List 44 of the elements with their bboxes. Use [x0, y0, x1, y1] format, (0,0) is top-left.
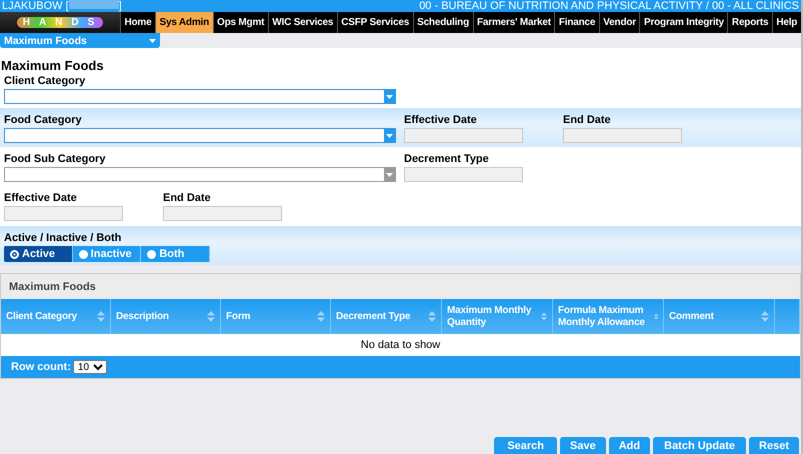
- caret-icon: [386, 94, 393, 98]
- page-menu-dropdown[interactable]: Maximum Foods: [0, 33, 160, 48]
- caret-icon: [149, 38, 156, 42]
- date-input-field[interactable]: [404, 167, 523, 182]
- dropdown-field[interactable]: [4, 128, 396, 143]
- bracket: ]: [118, 0, 122, 12]
- date-input-field[interactable]: [163, 206, 282, 221]
- dropdown-field[interactable]: [4, 89, 396, 104]
- date-input-field[interactable]: [404, 128, 523, 143]
- sort-icon: [654, 311, 658, 322]
- field-label: Client Category: [4, 75, 86, 87]
- agency-text: 00 - BUREAU OF NUTRITION AND PHYSICAL ACTIVITY / 00 - ALL CLINICS: [419, 0, 799, 12]
- caret-icon: [386, 172, 393, 176]
- field-label: Effective Date: [4, 192, 78, 204]
- sort-icon: [428, 311, 436, 322]
- action-button[interactable]: Search: [494, 437, 558, 454]
- status-radio[interactable]: Active: [4, 246, 73, 262]
- grid-title: Maximum Foods: [1, 274, 800, 299]
- field-label: Food Sub Category: [4, 153, 106, 165]
- sort-icon: [317, 311, 325, 322]
- redacted-block: [68, 0, 119, 9]
- action-button[interactable]: Save: [560, 437, 606, 454]
- page-title: Maximum Foods: [0, 57, 105, 73]
- field-label: End Date: [563, 114, 612, 126]
- row-count-label: Row count:: [11, 361, 71, 373]
- sort-icon: [761, 311, 769, 322]
- field-label: End Date: [163, 192, 212, 204]
- empty-message: No data to show: [1, 334, 800, 356]
- action-button[interactable]: Add: [608, 437, 650, 454]
- date-input-field[interactable]: [4, 206, 123, 221]
- sort-icon: [97, 311, 105, 322]
- action-button[interactable]: Reset: [749, 437, 799, 454]
- field-label: Decrement Type: [404, 153, 490, 165]
- row-count-select[interactable]: 10: [72, 360, 107, 374]
- action-button[interactable]: Batch Update: [653, 437, 746, 454]
- field-label: Effective Date: [404, 114, 478, 126]
- field-label: Food Category: [4, 114, 83, 126]
- sort-icon: [541, 311, 547, 322]
- date-input-field[interactable]: [563, 128, 682, 143]
- user-name: LJAKUBOW [: [2, 0, 69, 12]
- sort-icon: [207, 311, 215, 322]
- field-label: Active / Inactive / Both: [4, 232, 122, 244]
- nav-tab[interactable]: Sys Admin: [154, 12, 212, 33]
- caret-icon: [386, 134, 393, 138]
